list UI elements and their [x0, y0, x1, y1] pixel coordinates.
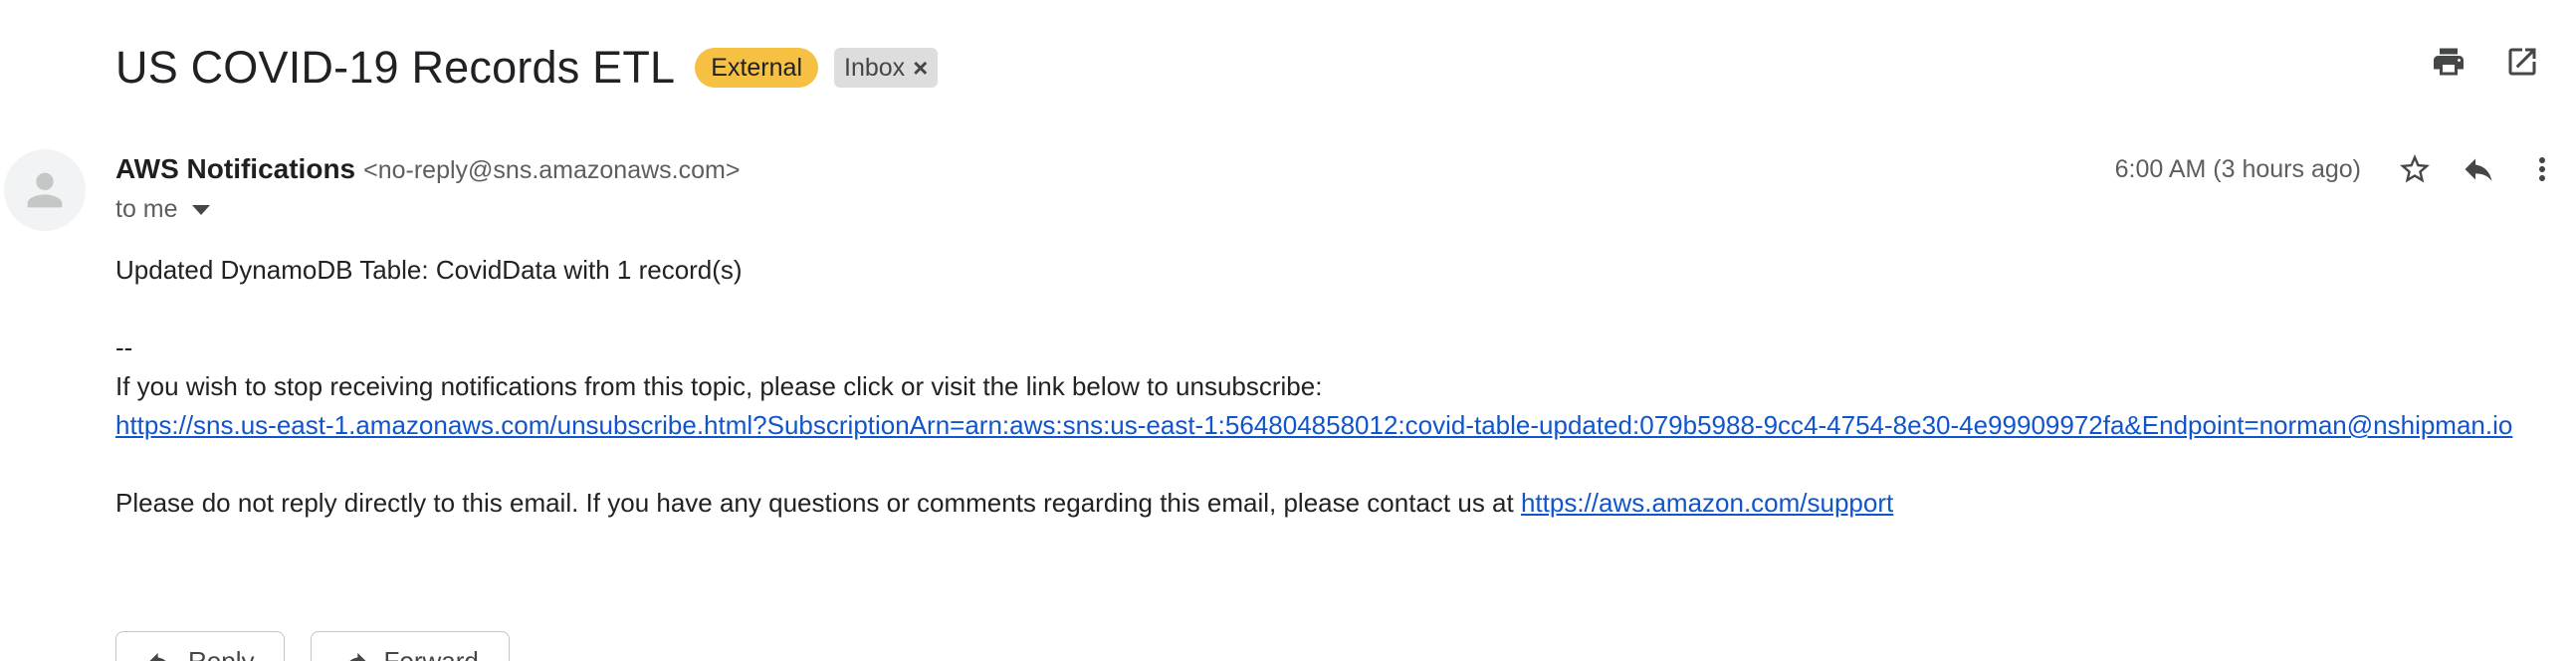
support-link[interactable]: https://aws.amazon.com/support: [1521, 488, 1893, 518]
body-separator: --: [115, 332, 133, 362]
email-body: Updated DynamoDB Table: CovidData with 1…: [115, 251, 2512, 523]
message-actions: Reply Forward: [115, 631, 510, 661]
sender-name[interactable]: AWS Notifications: [115, 153, 355, 185]
forward-icon: [341, 647, 369, 661]
disclaimer-text: Please do not reply directly to this ema…: [115, 488, 1521, 518]
subject-row: US COVID-19 Records ETL External Inbox ×: [115, 38, 939, 98]
sender-avatar[interactable]: [4, 149, 86, 231]
body-unsubscribe-text: If you wish to stop receiving notificati…: [115, 371, 1323, 401]
reply-button[interactable]: Reply: [115, 631, 286, 661]
body-line-update: Updated DynamoDB Table: CovidData with 1…: [115, 255, 743, 285]
recipient-details-toggle[interactable]: to me: [115, 195, 210, 224]
reply-icon[interactable]: [2461, 151, 2496, 187]
forward-button-label: Forward: [383, 645, 479, 661]
reply-button-label: Reply: [188, 645, 255, 661]
inbox-label-chip[interactable]: Inbox ×: [834, 48, 939, 88]
star-icon[interactable]: [2397, 151, 2433, 187]
inbox-label-text: Inbox: [844, 54, 906, 82]
chevron-down-icon[interactable]: [191, 204, 210, 215]
person-icon: [27, 172, 63, 208]
message-timestamp: 6:00 AM (3 hours ago): [2114, 154, 2361, 183]
message-meta: 6:00 AM (3 hours ago): [2115, 151, 2560, 187]
body-disclaimer: Please do not reply directly to this ema…: [115, 484, 2512, 523]
recipient-text: to me: [115, 195, 178, 223]
forward-button[interactable]: Forward: [311, 631, 510, 661]
email-subject: US COVID-19 Records ETL: [115, 42, 676, 93]
open-in-new-window-icon[interactable]: [2504, 44, 2540, 80]
remove-label-icon[interactable]: ×: [913, 48, 928, 88]
subject-actions: [2431, 44, 2540, 80]
sender-line: AWS Notifications <no-reply@sns.amazonaw…: [115, 153, 740, 185]
sender-email: <no-reply@sns.amazonaws.com>: [363, 156, 741, 184]
print-icon[interactable]: [2431, 44, 2467, 80]
unsubscribe-link[interactable]: https://sns.us-east-1.amazonaws.com/unsu…: [115, 410, 2512, 440]
more-options-icon[interactable]: [2524, 151, 2560, 187]
reply-icon: [146, 647, 174, 661]
external-label-badge: External: [695, 48, 818, 88]
